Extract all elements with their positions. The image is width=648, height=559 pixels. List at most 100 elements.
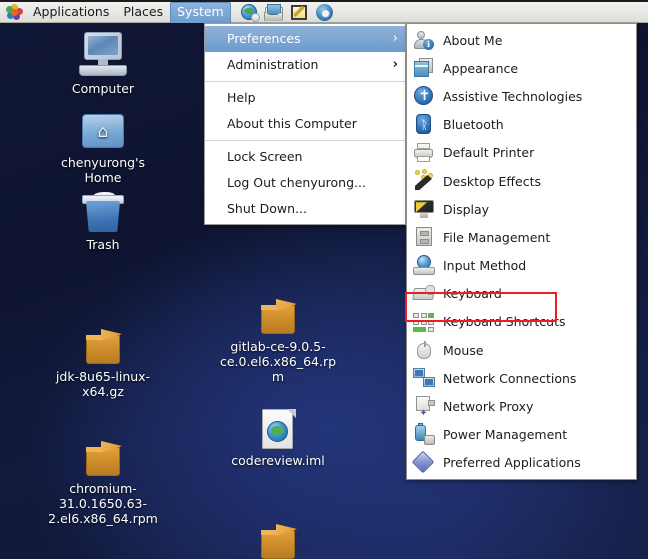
prefs-item-assistive-technologies[interactable]: ✝ Assistive Technologies (407, 82, 636, 110)
prefs-item-default-printer[interactable]: Default Printer (407, 139, 636, 167)
prefs-item-network-proxy[interactable]: ✦ Network Proxy (407, 392, 636, 420)
bluetooth-icon: ᚱ (413, 113, 435, 136)
magic-wand-icon (413, 169, 435, 192)
prefs-item-label: Default Printer (443, 145, 535, 161)
desktop-icon-label: chromium-31.0.1650.63-2.el6.x86_64.rpm (48, 481, 158, 526)
prefs-item-bluetooth[interactable]: ᚱ Bluetooth (407, 111, 636, 139)
prefs-item-input-method[interactable]: Input Method (407, 252, 636, 280)
desktop-icon-chromium-rpm[interactable]: chromium-31.0.1650.63-2.el6.x86_64.rpm (38, 440, 168, 526)
prefs-item-desktop-effects[interactable]: Desktop Effects (407, 167, 636, 195)
system-menu: Preferences › Administration › Help Abou… (204, 23, 406, 225)
prefs-item-keyboard[interactable]: Keyboard (407, 280, 636, 308)
desktop-icon-codereview-iml[interactable]: codereview.iml (213, 408, 343, 468)
email-launcher[interactable] (263, 3, 285, 22)
prefs-item-label: Input Method (443, 258, 527, 274)
prefs-item-label: Assistive Technologies (443, 88, 583, 104)
prefs-item-label: Desktop Effects (443, 173, 542, 189)
iml-document-icon (259, 408, 297, 450)
desktop-icon-gitlab-rpm[interactable]: gitlab-ce-9.0.5-ce.0.el6.x86_64.rpm (213, 298, 343, 384)
accessibility-icon: ✝ (413, 85, 435, 107)
network-connections-icon (413, 367, 435, 389)
desktop-icon-label: chenyurong's Home (60, 155, 146, 185)
panel-menu-system[interactable]: System (170, 1, 231, 23)
printer-icon (413, 142, 435, 164)
prefs-item-label: File Management (443, 229, 551, 245)
prefs-item-about-me[interactable]: i About Me (407, 26, 636, 54)
menu-separator (205, 140, 405, 141)
chromium-launcher[interactable] (314, 3, 335, 22)
menu-item-administration[interactable]: Administration › (205, 52, 405, 78)
prefs-item-label: Mouse (443, 342, 484, 358)
desktop-icon-label: codereview.iml (231, 453, 325, 468)
menu-item-label: Lock Screen (227, 149, 303, 164)
panel-menu-places[interactable]: Places (116, 2, 170, 23)
user-info-icon: i (413, 29, 435, 51)
prefs-item-power-management[interactable]: Power Management (407, 421, 636, 449)
menu-item-shut-down[interactable]: Shut Down... (205, 196, 405, 222)
prefs-item-mouse[interactable]: Mouse (407, 336, 636, 364)
prefs-item-network-connections[interactable]: Network Connections (407, 364, 636, 392)
prefs-item-label: Preferred Applications (443, 455, 581, 471)
web-browser-launcher[interactable] (239, 3, 260, 22)
menu-item-preferences[interactable]: Preferences › (205, 26, 405, 52)
menu-separator (205, 81, 405, 82)
prefs-item-label: About Me (443, 32, 503, 48)
menu-item-label: Preferences (227, 31, 301, 46)
desktop-icon-home[interactable]: ⌂ chenyurong's Home (38, 112, 168, 185)
desktop-icon-computer[interactable]: Computer (38, 32, 168, 96)
menu-item-label: Help (227, 90, 256, 105)
desktop-icon-trash[interactable]: Trash (38, 192, 168, 252)
prefs-item-display[interactable]: Display (407, 195, 636, 223)
battery-plug-icon (413, 422, 435, 446)
appearance-windows-icon (413, 57, 435, 79)
keyboard-icon (412, 283, 435, 305)
desktop-icon-label: Computer (71, 81, 135, 96)
menu-item-lock-screen[interactable]: Lock Screen (205, 144, 405, 170)
chevron-right-icon: › (392, 31, 398, 46)
file-cabinet-icon (413, 226, 435, 248)
archive-icon (257, 298, 299, 336)
prefs-item-label: Network Connections (443, 370, 577, 386)
prefs-item-label: Network Proxy (443, 399, 534, 415)
menu-item-about-this-computer[interactable]: About this Computer (205, 111, 405, 137)
menu-item-help[interactable]: Help (205, 85, 405, 111)
prefs-item-label: Power Management (443, 427, 568, 443)
network-proxy-icon: ✦ (413, 395, 435, 418)
menu-item-label: Administration (227, 57, 319, 72)
computer-icon (77, 32, 129, 78)
top-panel: Applications Places System (0, 0, 648, 23)
notes-launcher[interactable] (289, 3, 310, 22)
prefs-item-appearance[interactable]: Appearance (407, 54, 636, 82)
prefs-item-label: Keyboard Shortcuts (443, 314, 566, 330)
input-method-icon (413, 254, 435, 277)
prefs-item-label: Display (443, 201, 490, 217)
monitor-icon (413, 198, 435, 220)
desktop-icon-partial-archive[interactable] (213, 523, 343, 559)
panel-menu-applications[interactable]: Applications (26, 2, 116, 23)
home-folder-icon: ⌂ (80, 112, 126, 152)
archive-icon (257, 523, 299, 559)
desktop-icon-label: gitlab-ce-9.0.5-ce.0.el6.x86_64.rpm (219, 339, 337, 384)
archive-icon (82, 328, 124, 366)
trash-icon (81, 192, 125, 234)
desktop-icon-label: jdk-8u65-linux-x64.gz (55, 369, 151, 399)
chevron-right-icon: › (392, 57, 398, 72)
prefs-item-keyboard-shortcuts[interactable]: Keyboard Shortcuts (407, 308, 636, 336)
prefs-item-label: Appearance (443, 60, 519, 76)
menu-item-log-out[interactable]: Log Out chenyurong... (205, 170, 405, 196)
archive-icon (82, 440, 124, 478)
menu-item-label: About this Computer (227, 116, 357, 131)
applications-logo-icon (6, 3, 23, 21)
menu-item-label: Shut Down... (227, 201, 307, 216)
prefs-item-label: Bluetooth (443, 117, 504, 133)
desktop-icon-jdk-archive[interactable]: jdk-8u65-linux-x64.gz (38, 328, 168, 399)
mouse-icon (413, 339, 435, 361)
prefs-item-preferred-applications[interactable]: Preferred Applications (407, 449, 636, 477)
diamond-icon (411, 450, 435, 474)
preferences-submenu: i About Me Appearance ✝ Assistive Techno… (406, 23, 637, 480)
prefs-item-label: Keyboard (443, 286, 502, 302)
prefs-item-file-management[interactable]: File Management (407, 223, 636, 251)
desktop-icon-label: Trash (86, 237, 120, 252)
menu-item-label: Log Out chenyurong... (227, 175, 366, 190)
keyboard-shortcuts-icon (413, 311, 435, 333)
